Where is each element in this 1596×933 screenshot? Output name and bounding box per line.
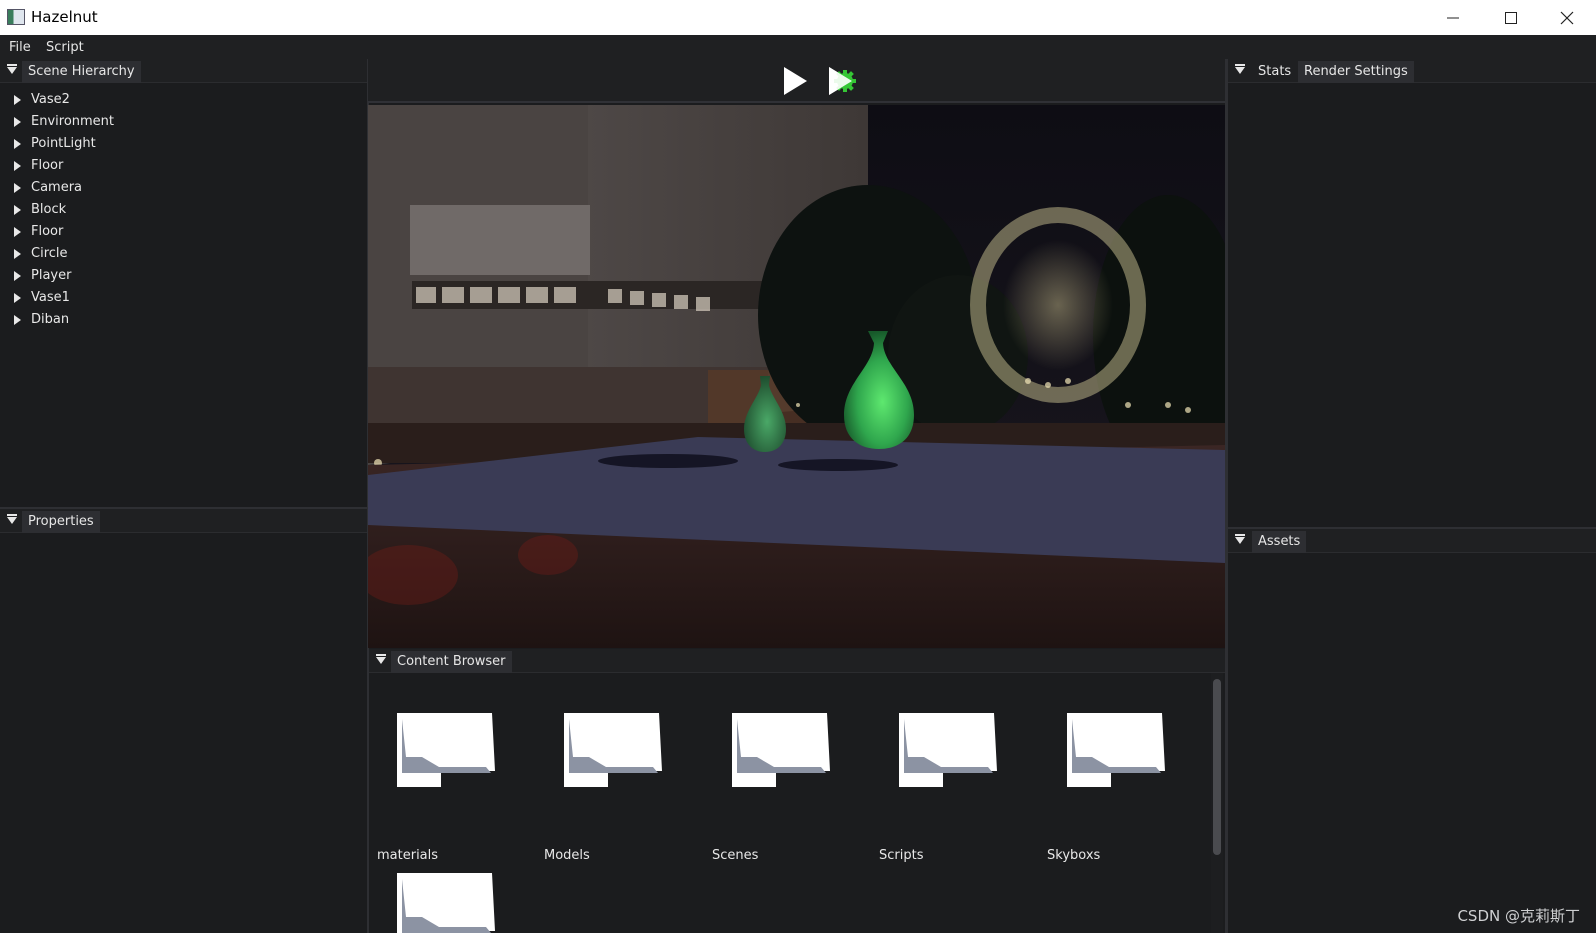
menu-script[interactable]: Script: [46, 40, 84, 55]
tab-stats[interactable]: Stats: [1252, 61, 1297, 83]
scene-hierarchy-header: Scene Hierarchy: [0, 59, 367, 83]
content-grid: materials Models Scenes Scripts Skyboxs: [369, 673, 1211, 933]
expand-arrow-icon[interactable]: [14, 205, 21, 215]
folder-icon: [397, 873, 495, 933]
expand-arrow-icon[interactable]: [14, 161, 21, 171]
play-icon[interactable]: [781, 65, 809, 97]
folder-item[interactable]: Scripts: [879, 699, 1029, 863]
folder-icon: [564, 713, 662, 787]
expand-arrow-icon[interactable]: [14, 293, 21, 303]
folder-label: Skyboxs: [1047, 848, 1101, 863]
tab-content-browser[interactable]: Content Browser: [391, 651, 512, 673]
maximize-icon: [1505, 11, 1517, 24]
collapse-icon[interactable]: [376, 654, 386, 664]
expand-arrow-icon[interactable]: [14, 183, 21, 193]
entity-item[interactable]: Environment: [0, 111, 114, 133]
assets-header: Assets: [1228, 529, 1596, 553]
expand-arrow-icon[interactable]: [14, 227, 21, 237]
simulate-icon[interactable]: [826, 65, 858, 97]
entity-item[interactable]: Player: [0, 265, 114, 287]
viewport-toolbar: [368, 59, 1225, 103]
folder-icon: [899, 713, 997, 787]
close-button[interactable]: [1538, 0, 1596, 35]
stats-header: Stats Render Settings: [1228, 59, 1596, 83]
folder-item[interactable]: Models: [544, 699, 694, 863]
close-icon: [1560, 11, 1574, 24]
collapse-icon[interactable]: [1235, 534, 1245, 544]
app-icon: [7, 9, 25, 25]
expand-arrow-icon[interactable]: [14, 117, 21, 127]
watermark: CSDN @克莉斯丁: [1457, 907, 1580, 925]
folder-label: Scenes: [712, 848, 759, 863]
menu-bar: File Script: [0, 35, 1596, 59]
folder-item[interactable]: [377, 859, 527, 933]
folder-icon: [732, 713, 830, 787]
tab-assets[interactable]: Assets: [1252, 531, 1307, 553]
menu-file[interactable]: File: [9, 40, 31, 55]
entity-item[interactable]: Camera: [0, 177, 114, 199]
scene-hierarchy-panel: Scene Hierarchy Vase2 Environment PointL…: [0, 59, 367, 507]
properties-panel: Properties: [0, 509, 367, 933]
collapse-icon[interactable]: [7, 64, 17, 74]
entity-item[interactable]: Block: [0, 199, 114, 221]
entity-item[interactable]: Vase2: [0, 89, 114, 111]
entity-item[interactable]: Diban: [0, 309, 114, 331]
expand-arrow-icon[interactable]: [14, 315, 21, 325]
scene-render: [368, 105, 1225, 648]
content-browser-panel: Content Browser materials Models Scenes: [369, 649, 1225, 933]
folder-icon: [1067, 713, 1165, 787]
properties-header: Properties: [0, 509, 367, 533]
folder-item[interactable]: Skyboxs: [1047, 699, 1197, 863]
tab-scene-hierarchy[interactable]: Scene Hierarchy: [22, 61, 141, 83]
scene-viewport[interactable]: [368, 105, 1225, 648]
expand-arrow-icon[interactable]: [14, 249, 21, 259]
minimize-icon: [1447, 17, 1459, 18]
window-title: Hazelnut: [31, 8, 98, 26]
stats-panel: Stats Render Settings: [1228, 59, 1596, 527]
entity-item[interactable]: Vase1: [0, 287, 114, 309]
content-browser-header: Content Browser: [369, 649, 1225, 673]
folder-label: Scripts: [879, 848, 924, 863]
maximize-button[interactable]: [1482, 0, 1540, 35]
scrollbar-thumb[interactable]: [1213, 679, 1221, 855]
tab-render-settings[interactable]: Render Settings: [1298, 61, 1414, 83]
entity-item[interactable]: PointLight: [0, 133, 114, 155]
expand-arrow-icon[interactable]: [14, 95, 21, 105]
tab-properties[interactable]: Properties: [22, 511, 100, 533]
entity-tree: Vase2 Environment PointLight Floor Camer…: [0, 89, 114, 331]
entity-item[interactable]: Floor: [0, 221, 114, 243]
expand-arrow-icon[interactable]: [14, 139, 21, 149]
assets-panel: Assets: [1228, 529, 1596, 933]
folder-label: Models: [544, 848, 590, 863]
folder-item[interactable]: materials: [377, 699, 527, 863]
minimize-button[interactable]: [1424, 0, 1482, 35]
folder-icon: [397, 713, 495, 787]
collapse-icon[interactable]: [7, 514, 17, 524]
entity-item[interactable]: Circle: [0, 243, 114, 265]
expand-arrow-icon[interactable]: [14, 271, 21, 281]
entity-item[interactable]: Floor: [0, 155, 114, 177]
folder-item[interactable]: Scenes: [712, 699, 862, 863]
title-bar: Hazelnut: [0, 0, 1596, 35]
collapse-icon[interactable]: [1235, 64, 1245, 74]
